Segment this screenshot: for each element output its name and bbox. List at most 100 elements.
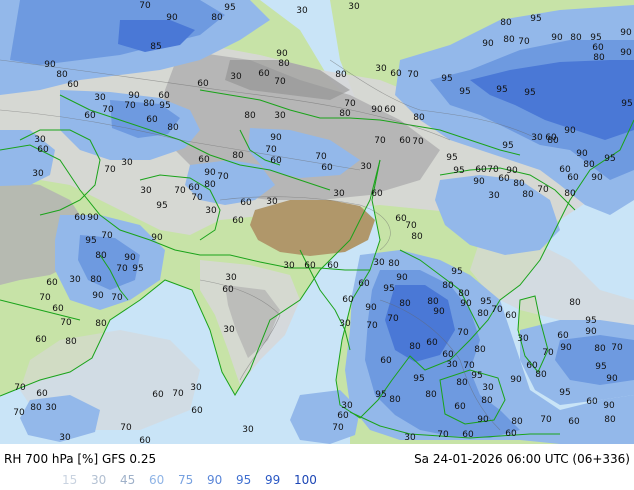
contour-label: 70 [518, 37, 530, 47]
contour-label: 80 [513, 179, 525, 189]
contour-label: 60 [35, 335, 47, 345]
contour-label: 60 [46, 278, 58, 288]
legend-item: 15 [62, 473, 78, 487]
contour-label: 60 [442, 350, 454, 360]
contour-label: 70 [60, 318, 72, 328]
contour-label: 90 [270, 133, 282, 143]
contour-label: 60 [304, 261, 316, 271]
contour-label: 70 [14, 383, 26, 393]
contour-label: 60 [475, 165, 487, 175]
contour-label: 60 [198, 155, 210, 165]
contour-label: 70 [332, 423, 344, 433]
contour-label: 95 [604, 154, 615, 164]
contour-label: 60 [258, 69, 270, 79]
contour-label: 80 [143, 99, 155, 109]
contour-label: 95 [441, 74, 452, 84]
contour-label: 90 [585, 327, 597, 337]
contour-label: 70 [405, 221, 417, 231]
contour-label: 80 [65, 337, 77, 347]
contour-label: 95 [224, 3, 235, 13]
contour-label: 90 [44, 60, 56, 70]
map-title: RH 700 hPa [%] GFS 0.25 [4, 452, 157, 466]
contour-label: 95 [413, 374, 424, 384]
contour-label: 70 [387, 314, 399, 324]
contour-label: 90 [603, 401, 615, 411]
contour-label: 90 [482, 39, 494, 49]
contour-label: 70 [537, 185, 549, 195]
contour-label: 90 [276, 49, 288, 59]
contour-label: 80 [95, 319, 107, 329]
contour-label: 60 [592, 43, 604, 53]
contour-label: 60 [462, 430, 474, 440]
contour-label: 60 [390, 69, 402, 79]
contour-label: 70 [120, 423, 132, 433]
contour-label: 70 [366, 321, 378, 331]
contour-label: 70 [463, 361, 475, 371]
contour-label: 70 [412, 137, 424, 147]
contour-label: 80 [30, 403, 42, 413]
contour-label: 30 [517, 334, 529, 344]
contour-label: 30 [348, 2, 360, 12]
contour-label: 80 [503, 35, 515, 45]
contour-label: 70 [407, 70, 419, 80]
contour-label: 70 [102, 105, 114, 115]
contour-label: 70 [540, 415, 552, 425]
contour-label: 70 [265, 145, 277, 155]
contour-label: 70 [101, 231, 113, 241]
contour-label: 95 [459, 87, 470, 97]
contour-label: 60 [505, 311, 517, 321]
contour-label: 70 [139, 1, 151, 11]
contour-label: 60 [270, 156, 282, 166]
contour-label: 30 [230, 72, 242, 82]
contour-label: 30 [223, 325, 235, 335]
contour-label: 60 [152, 390, 164, 400]
contour-label: 90 [591, 173, 603, 183]
contour-label: 90 [551, 33, 563, 43]
contour-label: 70 [344, 99, 356, 109]
contour-label: 90 [560, 343, 572, 353]
contour-label: 80 [409, 342, 421, 352]
contour-label: 95 [590, 33, 601, 43]
contour-label: 30 [225, 273, 237, 283]
contour-label: 80 [458, 289, 470, 299]
contour-label: 70 [172, 389, 184, 399]
contour-label: 70 [457, 328, 469, 338]
contour-label: 80 [232, 151, 244, 161]
legend-item: 30 [91, 473, 107, 487]
contour-label: 60 [222, 285, 234, 295]
contour-label: 30 [69, 275, 81, 285]
contour-label: 90 [606, 374, 618, 384]
contour-label: 90 [473, 177, 485, 187]
contour-label: 95 [621, 99, 632, 109]
title-bar: RH 700 hPa [%] GFS 0.25 Sa 24-01-2026 06… [0, 452, 634, 468]
contour-label: 60 [188, 183, 200, 193]
contour-label: 60 [197, 79, 209, 89]
contour-label: 30 [34, 135, 46, 145]
contour-label: 80 [547, 136, 559, 146]
contour-label: 80 [211, 13, 223, 23]
contour-label: 90 [576, 149, 588, 159]
contour-label: 80 [570, 33, 582, 43]
contour-label: 70 [111, 293, 123, 303]
contour-label: 60 [399, 136, 411, 146]
contour-label: 70 [39, 293, 51, 303]
contour-label: 30 [205, 206, 217, 216]
contour-label: 70 [542, 348, 554, 358]
contour-label: 60 [337, 411, 349, 421]
contour-label: 95 [559, 388, 570, 398]
contour-label: 30 [266, 197, 278, 207]
contour-label: 90 [564, 126, 576, 136]
contour-label: 30 [242, 425, 254, 435]
contour-label: 60 [454, 402, 466, 412]
contour-label: 80 [500, 18, 512, 28]
contour-label: 90 [166, 13, 178, 23]
contour-label: 80 [388, 259, 400, 269]
contour-label: 95 [383, 284, 394, 294]
contour-label: 95 [496, 85, 507, 95]
contour-label: 90 [371, 105, 383, 115]
contour-label: 95 [451, 267, 462, 277]
map-canvas: 7090 8095 30 308590806030 609080706090807060… [0, 0, 634, 444]
contour-label: 30 [32, 169, 44, 179]
contour-label: 80 [522, 190, 534, 200]
contour-label: 80 [427, 297, 439, 307]
